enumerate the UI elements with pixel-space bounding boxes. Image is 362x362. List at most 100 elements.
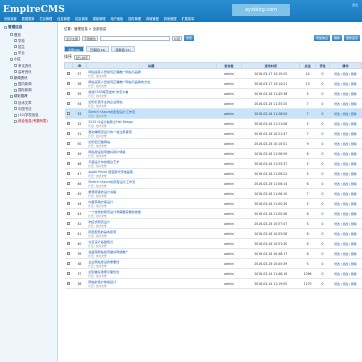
top-nav-item[interactable]: 信息管理 (57, 16, 70, 21)
row-title-link[interactable]: 如何自己做网站 (88, 139, 208, 144)
update-home-button[interactable]: 更新首页 (343, 35, 360, 41)
sidebar-item[interactable]: 综合信息(专题列表) (0, 118, 57, 124)
show-select[interactable]: 显示全部 (64, 35, 81, 41)
search-input[interactable] (100, 35, 171, 41)
row-actions[interactable]: 修改 | 简改 | 删除 (329, 178, 362, 189)
table-row[interactable]: 36 网站的用户体验设计 栏目：技术文章 admin 2016-03-14 11:19:… (64, 278, 362, 289)
row-title-link[interactable]: Sketch+Axure的原型设计工作流 (88, 179, 208, 184)
table-row[interactable]: 55 新版CSS3规范发布 你怎么看 栏目：技术文章 admin 2016-03-16 … (64, 88, 362, 99)
table-row[interactable]: 45 推荐阅读的设计书籍 栏目：技术文章 admin 2016-03-16 11:06:… (64, 188, 362, 199)
row-actions[interactable]: 修改 | 简改 | 删除 (329, 78, 362, 89)
top-nav-item[interactable]: 其他管理 (164, 16, 177, 21)
row-actions[interactable]: 修改 | 简改 | 删除 (329, 218, 362, 229)
row-checkbox[interactable] (67, 241, 70, 245)
row-checkbox[interactable] (67, 151, 70, 155)
top-nav-item[interactable]: 用户面板 (111, 16, 124, 21)
row-actions[interactable]: 修改 | 简改 | 删除 (329, 128, 362, 139)
row-title-link[interactable]: Sketch+Axure的原型设计工作流 (88, 109, 208, 114)
row-title-link[interactable]: 在医院网站如何做好网络推广 (88, 249, 208, 254)
top-nav-item[interactable]: 栏目管理 (40, 16, 53, 21)
table-row[interactable]: 42 响应式网页设计 栏目：技术文章 admin 2016-03-16 10:57:47… (64, 218, 362, 229)
table-row[interactable]: 52 2015 UI设计趋势之Flat Design 栏目：技术文章 admin 201… (64, 118, 362, 129)
row-title-link[interactable]: Apple Pencil 能否取代传统画笔 (88, 169, 208, 174)
row-checkbox[interactable] (67, 161, 70, 165)
row-actions[interactable]: 修改 | 简改 | 删除 (329, 188, 362, 199)
sort-select[interactable]: 默认排序 (74, 54, 91, 60)
row-actions[interactable]: 修改 | 简改 | 删除 (329, 168, 362, 179)
search-button[interactable]: 搜索 (184, 35, 195, 41)
table-row[interactable]: 54 如何打造专业的企业网站 栏目：技术文章 admin 2016-03-16 11:3… (64, 98, 362, 109)
row-title-link[interactable]: 交互设计基础知识 (88, 239, 208, 244)
row-actions[interactable]: 修改 | 简改 | 删除 (329, 248, 362, 259)
row-title-link[interactable]: 企业网站建设的重要性 (88, 259, 208, 264)
table-row[interactable]: 49 网站建设如何做好用户体验 栏目：技术文章 admin 2016-03-16 11:… (64, 148, 362, 159)
row-checkbox[interactable] (67, 211, 70, 215)
row-actions[interactable]: 修改 | 简改 | 删除 (329, 268, 362, 279)
row-actions[interactable]: 修改 | 简改 | 删除 (329, 228, 362, 239)
row-actions[interactable]: 修改 | 简改 | 删除 (329, 278, 362, 289)
row-title-link[interactable]: 移动端网页设计的一些注意事项 (88, 129, 208, 134)
row-actions[interactable]: 修改 | 简改 | 删除 (329, 138, 362, 149)
tab-pending[interactable]: 待审核(12) (111, 46, 135, 52)
row-checkbox[interactable] (67, 91, 70, 95)
row-title-link[interactable]: 一个优秀的网页设计师需要掌握的技能 (88, 209, 208, 214)
row-title-link[interactable]: 网站运营人员如何正确推广网站与品牌的方法 (88, 79, 208, 84)
row-checkbox[interactable] (67, 131, 70, 135)
row-checkbox[interactable] (67, 201, 70, 205)
table-row[interactable]: 53 Sketch+Axure的原型设计工作流 栏目：技术文章 admin 2016-0… (64, 108, 362, 119)
table-row[interactable]: 50 如何自己做网站 栏目：技术文章 admin 2016-03-16 10:10:01… (64, 138, 362, 149)
row-checkbox[interactable] (67, 141, 70, 145)
tab-all[interactable]: 全部(36) (64, 46, 85, 52)
row-title-link[interactable]: 网页配色的基本原则 (88, 229, 208, 234)
row-actions[interactable]: 修改 | 简改 | 删除 (329, 118, 362, 129)
row-checkbox[interactable] (67, 111, 70, 115)
row-checkbox[interactable] (67, 121, 70, 125)
row-title-link[interactable]: 响应式网页设计 (88, 219, 208, 224)
table-row[interactable]: 46 Sketch+Axure的原型设计工作流 栏目：技术文章 admin 2016-0… (64, 178, 362, 189)
row-title-link[interactable]: 网站建设如何做好用户体验 (88, 149, 208, 154)
top-nav-item[interactable]: 模板管理 (93, 16, 106, 21)
row-checkbox[interactable] (67, 221, 70, 225)
row-checkbox[interactable] (67, 71, 70, 75)
table-row[interactable]: 41 网页配色的基本原则 栏目：技术文章 admin 2016-03-16 10:53:… (64, 228, 362, 239)
row-checkbox[interactable] (67, 271, 70, 275)
row-title-link[interactable]: 新版CSS3规范发布 你怎么看 (88, 89, 208, 94)
search-field-select[interactable]: 标题 (172, 35, 183, 41)
table-row[interactable]: 56 网站运营人员如何正确推广网站与品牌的方法 栏目：技术文章 admin 2016-0… (64, 78, 362, 89)
row-checkbox[interactable] (67, 231, 70, 235)
table-row[interactable]: 38 企业网站建设的重要性 栏目：技术文章 admin 2016-03-16 10:45… (64, 258, 362, 269)
add-info-button[interactable]: 增加信息 (313, 35, 330, 41)
table-row[interactable]: 48 平面设计中的留白艺术 栏目：技术文章 admin 2016-03-16 11:55… (64, 158, 362, 169)
row-actions[interactable]: 修改 | 简改 | 删除 (329, 88, 362, 99)
top-nav-item[interactable]: 信息调用 (75, 16, 88, 21)
row-checkbox[interactable] (67, 81, 70, 85)
row-title-link[interactable]: 内容营销方案设计 (88, 199, 208, 204)
top-nav-item[interactable]: 数据更新 (22, 16, 35, 21)
row-actions[interactable]: 修改 | 简改 | 删除 (329, 148, 362, 159)
row-actions[interactable]: 修改 | 简改 | 删除 (329, 108, 362, 119)
top-nav-item[interactable]: 系统设置 (4, 16, 17, 21)
row-checkbox[interactable] (67, 281, 70, 285)
table-row[interactable]: 39 在医院网站如何做好网络推广 栏目：技术文章 admin 2016-03-16 10… (64, 248, 362, 259)
row-title-link[interactable]: 如何打造专业的企业网站 (88, 99, 208, 104)
table-row[interactable]: 37 如何做好搜索引擎优化 栏目：技术文章 admin 2016-03-14 11:46… (64, 268, 362, 279)
table-row[interactable]: 47 Apple Pencil 能否取代传统画笔 栏目：技术文章 admin 2016-… (64, 168, 362, 179)
top-nav-item[interactable]: 商城管理 (146, 16, 159, 21)
table-row[interactable]: 51 移动端网页设计的一些注意事项 栏目：技术文章 admin 2016-03-16 1… (64, 128, 362, 139)
row-checkbox[interactable] (67, 191, 70, 195)
top-nav-item[interactable]: 插件管理 (128, 16, 141, 21)
refresh-button[interactable]: 刷新 (331, 35, 342, 41)
top-nav-item[interactable]: 扩展菜单 (182, 16, 195, 21)
row-checkbox[interactable] (67, 261, 70, 265)
row-title-link[interactable]: 2015 UI设计趋势之Flat Design (88, 119, 208, 124)
row-title-link[interactable]: 如何做好搜索引擎优化 (88, 269, 208, 274)
row-actions[interactable]: 修改 | 简改 | 删除 (329, 98, 362, 109)
row-actions[interactable]: 修改 | 简改 | 删除 (329, 238, 362, 249)
row-checkbox[interactable] (67, 101, 70, 105)
row-actions[interactable]: 修改 | 简改 | 删除 (329, 208, 362, 219)
row-checkbox[interactable] (67, 181, 70, 185)
row-checkbox[interactable] (67, 251, 70, 255)
row-title-link[interactable]: 平面设计中的留白艺术 (88, 159, 208, 164)
row-title-link[interactable]: 推荐阅读的设计书籍 (88, 189, 208, 194)
table-row[interactable]: 43 一个优秀的网页设计师需要掌握的技能 栏目：技术文章 admin 2016-03-1… (64, 208, 362, 219)
